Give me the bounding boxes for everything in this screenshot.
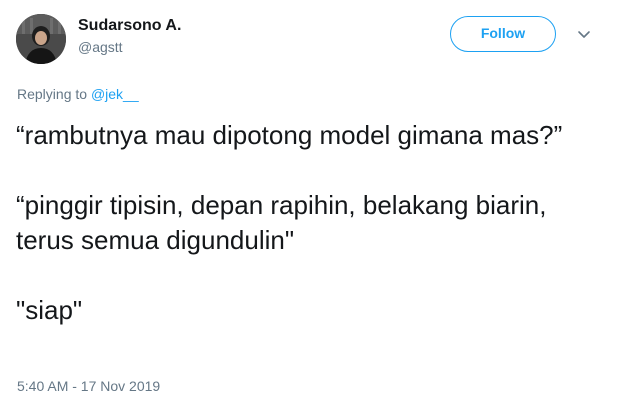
author-names: Sudarsono A. @agstt: [78, 16, 181, 57]
tweet-header: Sudarsono A. @agstt Follow: [14, 12, 604, 66]
tweet-paragraph: "siap": [16, 295, 83, 325]
tweet-timestamp[interactable]: 5:40 AM - 17 Nov 2019: [17, 378, 160, 394]
chevron-down-icon[interactable]: [576, 26, 592, 42]
tweet-text: “rambutnya mau dipotong model gimana mas…: [16, 118, 601, 328]
avatar[interactable]: [16, 14, 66, 64]
reply-mention-link[interactable]: @jek__: [91, 86, 139, 102]
avatar-photo-icon: [16, 14, 66, 64]
user-handle[interactable]: @agstt: [78, 37, 181, 57]
tweet-card: Sudarsono A. @agstt Follow Replying to @…: [0, 0, 618, 405]
display-name[interactable]: Sudarsono A.: [78, 16, 181, 35]
tweet-paragraph: “rambutnya mau dipotong model gimana mas…: [16, 120, 563, 150]
replying-to-label: Replying to: [17, 86, 91, 102]
replying-to-line: Replying to @jek__: [17, 86, 139, 102]
tweet-paragraph: “pinggir tipisin, depan rapihin, belakan…: [16, 190, 554, 255]
follow-button[interactable]: Follow: [450, 16, 556, 52]
